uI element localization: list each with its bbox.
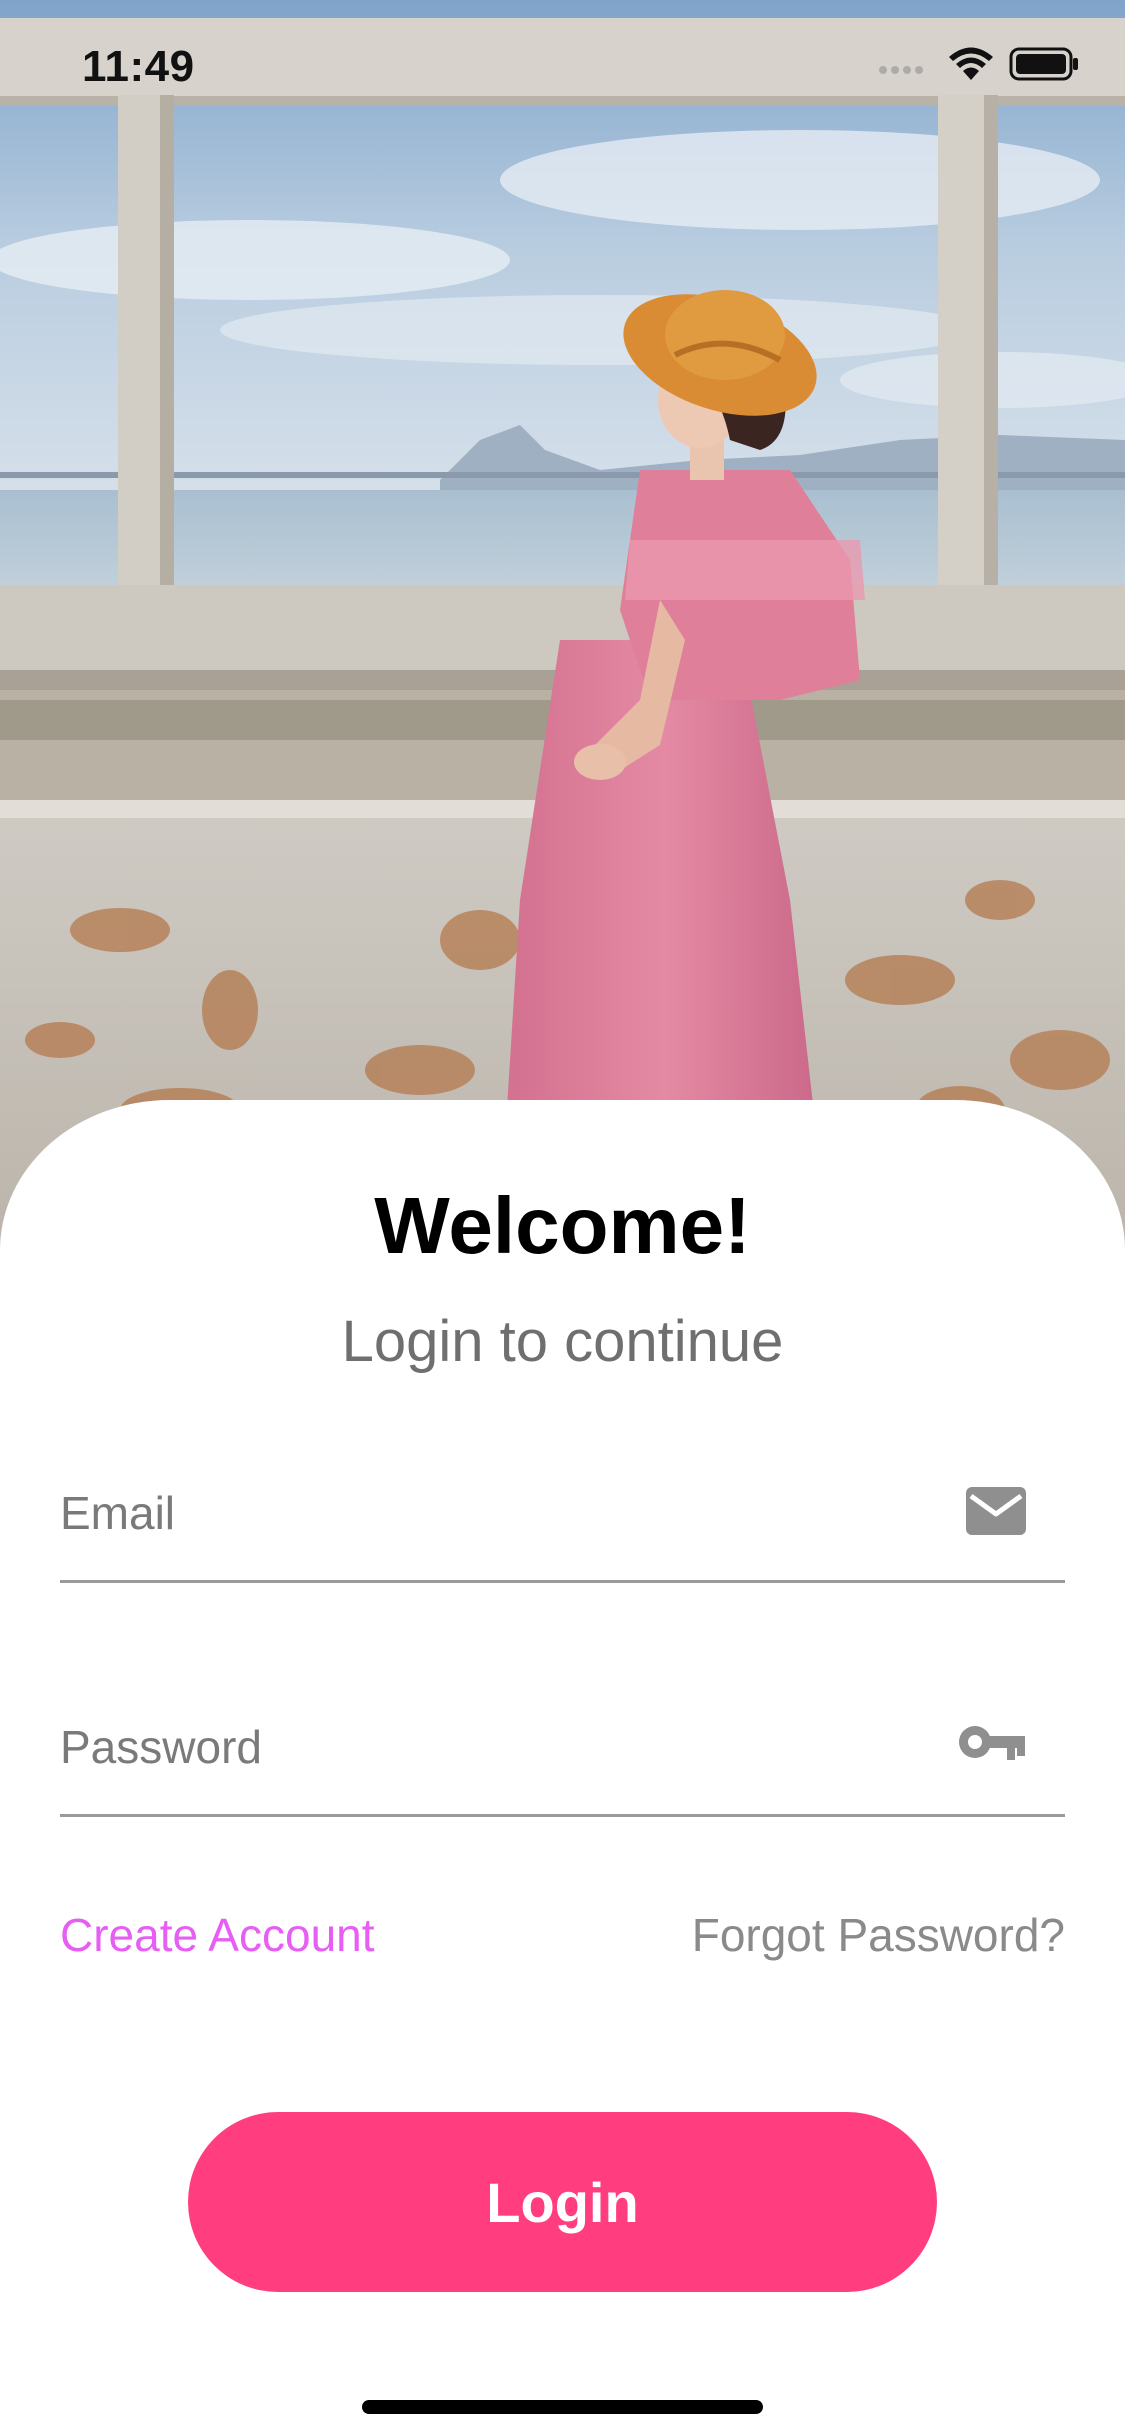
forgot-password-link[interactable]: Forgot Password? [692, 1908, 1065, 1962]
page-subtitle: Login to continue [341, 1309, 784, 1374]
home-indicator [362, 2400, 763, 2414]
email-field [60, 1460, 1065, 1583]
key-icon [957, 1720, 1027, 1769]
login-sheet: Welcome! Login to continue Create Accoun… [0, 1100, 1125, 2436]
wifi-icon [947, 46, 995, 87]
status-bar: 11:49 [0, 0, 1125, 132]
battery-icon [1009, 46, 1081, 87]
create-account-link[interactable]: Create Account [60, 1908, 375, 1962]
password-field [60, 1694, 1065, 1817]
page-title: Welcome! [374, 1181, 751, 1270]
email-input[interactable] [60, 1478, 940, 1548]
mail-icon [965, 1486, 1027, 1541]
cellular-signal-icon [877, 52, 933, 81]
account-links: Create Account Forgot Password? [60, 1908, 1065, 1978]
password-input[interactable] [60, 1712, 940, 1782]
login-button[interactable]: Login [188, 2112, 937, 2292]
status-time: 11:49 [82, 42, 195, 91]
status-icons [877, 46, 1081, 87]
